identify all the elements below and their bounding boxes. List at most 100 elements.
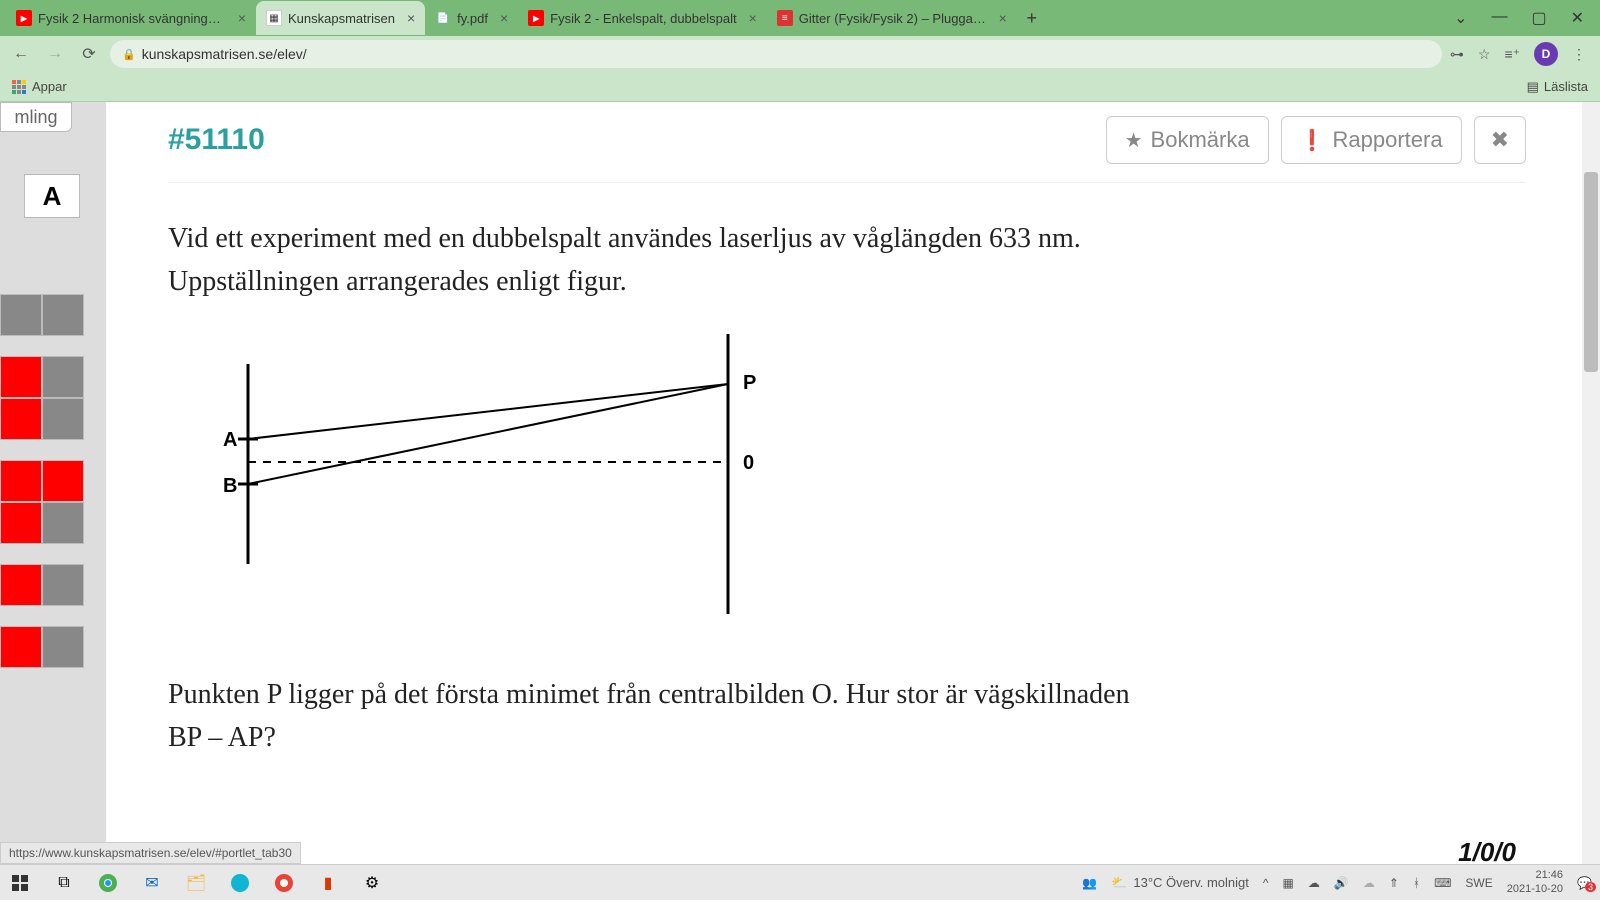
menu-icon[interactable]: ⋮ bbox=[1572, 46, 1586, 63]
chrome-icon[interactable] bbox=[96, 871, 120, 895]
reading-list-icon[interactable]: ≡⁺ bbox=[1504, 46, 1520, 63]
list-icon: ▤ bbox=[1527, 79, 1539, 95]
cell[interactable] bbox=[0, 294, 42, 336]
youtube-icon: ▶ bbox=[16, 10, 32, 26]
close-icon[interactable]: × bbox=[401, 10, 415, 26]
maximize-icon[interactable]: ▢ bbox=[1531, 8, 1546, 28]
cell[interactable] bbox=[0, 460, 42, 502]
mail-icon[interactable]: ✉ bbox=[140, 871, 164, 895]
notifications-icon[interactable]: 💬3 bbox=[1577, 876, 1592, 890]
cell[interactable] bbox=[0, 502, 42, 544]
keyboard-icon[interactable]: ⌨ bbox=[1434, 876, 1451, 890]
cell[interactable] bbox=[42, 398, 84, 440]
cell[interactable] bbox=[42, 294, 84, 336]
close-icon[interactable]: × bbox=[743, 10, 757, 26]
vertical-scrollbar[interactable] bbox=[1582, 102, 1600, 864]
double-slit-diagram: A B P 0 bbox=[198, 334, 798, 614]
report-button[interactable]: ❗Rapportera bbox=[1281, 116, 1462, 164]
url-input[interactable]: 🔒 kunskapsmatrisen.se/elev/ bbox=[110, 40, 1442, 68]
reading-list-link[interactable]: ▤Läslista bbox=[1527, 79, 1588, 95]
status-bar-link: https://www.kunskapsmatrisen.se/elev/#po… bbox=[0, 842, 301, 864]
language-indicator[interactable]: SWE bbox=[1465, 876, 1492, 890]
profile-avatar[interactable]: D bbox=[1534, 42, 1558, 66]
pluggakuten-icon: ≡ bbox=[777, 10, 793, 26]
left-sidebar: mling A bbox=[0, 102, 106, 864]
browser-tab-strip: ▶Fysik 2 Harmonisk svängningsrör× ▦Kunsk… bbox=[0, 0, 1600, 36]
svg-text:0: 0 bbox=[743, 452, 754, 474]
question-score-footer: 1/0/0 bbox=[1458, 837, 1516, 864]
bluetooth-icon[interactable]: ᚼ bbox=[1413, 876, 1420, 890]
chevron-down-icon[interactable]: ⌄ bbox=[1454, 8, 1467, 28]
close-icon[interactable]: × bbox=[232, 10, 246, 26]
close-window-icon[interactable]: ✕ bbox=[1571, 8, 1584, 28]
new-tab-button[interactable]: + bbox=[1017, 8, 1047, 29]
cell[interactable] bbox=[42, 460, 84, 502]
cell[interactable] bbox=[42, 356, 84, 398]
chevron-up-tray-icon[interactable]: ^ bbox=[1263, 876, 1269, 890]
question-panel: #51110 ★Bokmärka ❗Rapportera ✖ Vid ett e… bbox=[124, 102, 1570, 864]
tab-4[interactable]: ▶Fysik 2 - Enkelspalt, dubbelspalt× bbox=[518, 1, 767, 35]
page-viewport: mling A #51110 ★Bokmärka ❗Rapportera ✖ V… bbox=[0, 102, 1600, 864]
tab-2-active[interactable]: ▦Kunskapsmatrisen× bbox=[256, 1, 425, 35]
clock[interactable]: 21:462021-10-20 bbox=[1507, 869, 1563, 895]
tab-label: Gitter (Fysik/Fysik 2) – Pluggakut bbox=[799, 11, 987, 26]
column-header-A: A bbox=[24, 174, 80, 218]
weather-icon: ⛅ bbox=[1111, 875, 1127, 891]
close-button[interactable]: ✖ bbox=[1474, 116, 1526, 164]
scrollbar-thumb[interactable] bbox=[1584, 172, 1598, 372]
minimize-icon[interactable]: — bbox=[1491, 8, 1507, 28]
alert-icon: ❗ bbox=[1300, 128, 1325, 153]
meet-now-icon[interactable]: ▦ bbox=[1283, 876, 1294, 890]
cell[interactable] bbox=[0, 356, 42, 398]
weather-widget[interactable]: ⛅13°C Överv. molnigt bbox=[1111, 875, 1249, 891]
cell[interactable] bbox=[42, 564, 84, 606]
wifi-icon[interactable]: ⇑ bbox=[1389, 876, 1399, 890]
window-controls: ⌄ — ▢ ✕ bbox=[1454, 8, 1594, 28]
progress-grid bbox=[0, 294, 84, 668]
edge-icon[interactable] bbox=[228, 871, 252, 895]
address-bar: ← → ⟳ 🔒kunskapsmatrisen.se/elev/ ⊶ ☆ ≡⁺ … bbox=[0, 36, 1600, 72]
svg-text:B: B bbox=[223, 475, 237, 497]
office-icon[interactable]: ▮ bbox=[316, 871, 340, 895]
question-paragraph-2: Punkten P ligger på det första minimet f… bbox=[168, 673, 1148, 760]
start-button[interactable] bbox=[8, 871, 32, 895]
tab-label: Fysik 2 - Enkelspalt, dubbelspalt bbox=[550, 11, 736, 26]
people-icon[interactable]: 👥 bbox=[1082, 876, 1097, 890]
forward-button[interactable]: → bbox=[42, 41, 68, 67]
question-paragraph-1: Vid ett experiment med en dubbelspalt an… bbox=[168, 217, 1148, 304]
tab-label: Kunskapsmatrisen bbox=[288, 11, 395, 26]
apps-shortcut[interactable]: Appar bbox=[12, 79, 67, 94]
task-view-icon[interactable]: ⧉ bbox=[52, 871, 76, 895]
reload-button[interactable]: ⟳ bbox=[76, 41, 102, 67]
tab-3[interactable]: 📄fy.pdf× bbox=[425, 1, 518, 35]
chrome-alt-icon[interactable] bbox=[272, 871, 296, 895]
cell[interactable] bbox=[0, 398, 42, 440]
tab-label: Fysik 2 Harmonisk svängningsrör bbox=[38, 11, 226, 26]
onedrive-sync-icon[interactable]: ☁ bbox=[1363, 876, 1375, 890]
partial-heading: mling bbox=[0, 102, 72, 132]
volume-icon[interactable]: 🔊 bbox=[1334, 876, 1349, 890]
onedrive-icon[interactable]: ☁ bbox=[1308, 876, 1320, 890]
cell[interactable] bbox=[0, 626, 42, 668]
tab-5[interactable]: ≡ Gitter (Fysik/Fysik 2) – Pluggakut × bbox=[767, 1, 1017, 35]
password-key-icon[interactable]: ⊶ bbox=[1450, 46, 1464, 63]
cell[interactable] bbox=[42, 626, 84, 668]
question-header: #51110 ★Bokmärka ❗Rapportera ✖ bbox=[168, 116, 1526, 183]
star-icon: ★ bbox=[1125, 128, 1143, 153]
bookmark-button[interactable]: ★Bokmärka bbox=[1106, 116, 1269, 164]
back-button[interactable]: ← bbox=[8, 41, 34, 67]
close-icon[interactable]: × bbox=[494, 10, 508, 26]
settings-icon[interactable]: ⚙ bbox=[360, 871, 384, 895]
explorer-icon[interactable]: 🗂 bbox=[184, 871, 208, 895]
lock-icon: 🔒 bbox=[122, 48, 136, 61]
tab-1[interactable]: ▶ Fysik 2 Harmonisk svängningsrör × bbox=[6, 1, 256, 35]
bookmarks-bar: Appar ▤Läslista bbox=[0, 72, 1600, 102]
cell[interactable] bbox=[42, 502, 84, 544]
pdf-icon: 📄 bbox=[435, 10, 451, 26]
windows-taskbar: ⧉ ✉ 🗂 ▮ ⚙ 👥 ⛅13°C Överv. molnigt ^ ▦ ☁ 🔊… bbox=[0, 864, 1600, 900]
close-icon[interactable]: × bbox=[993, 10, 1007, 26]
star-icon[interactable]: ☆ bbox=[1478, 46, 1491, 63]
x-icon: ✖ bbox=[1491, 127, 1509, 153]
cell[interactable] bbox=[0, 564, 42, 606]
url-text: kunskapsmatrisen.se/elev/ bbox=[142, 46, 307, 62]
